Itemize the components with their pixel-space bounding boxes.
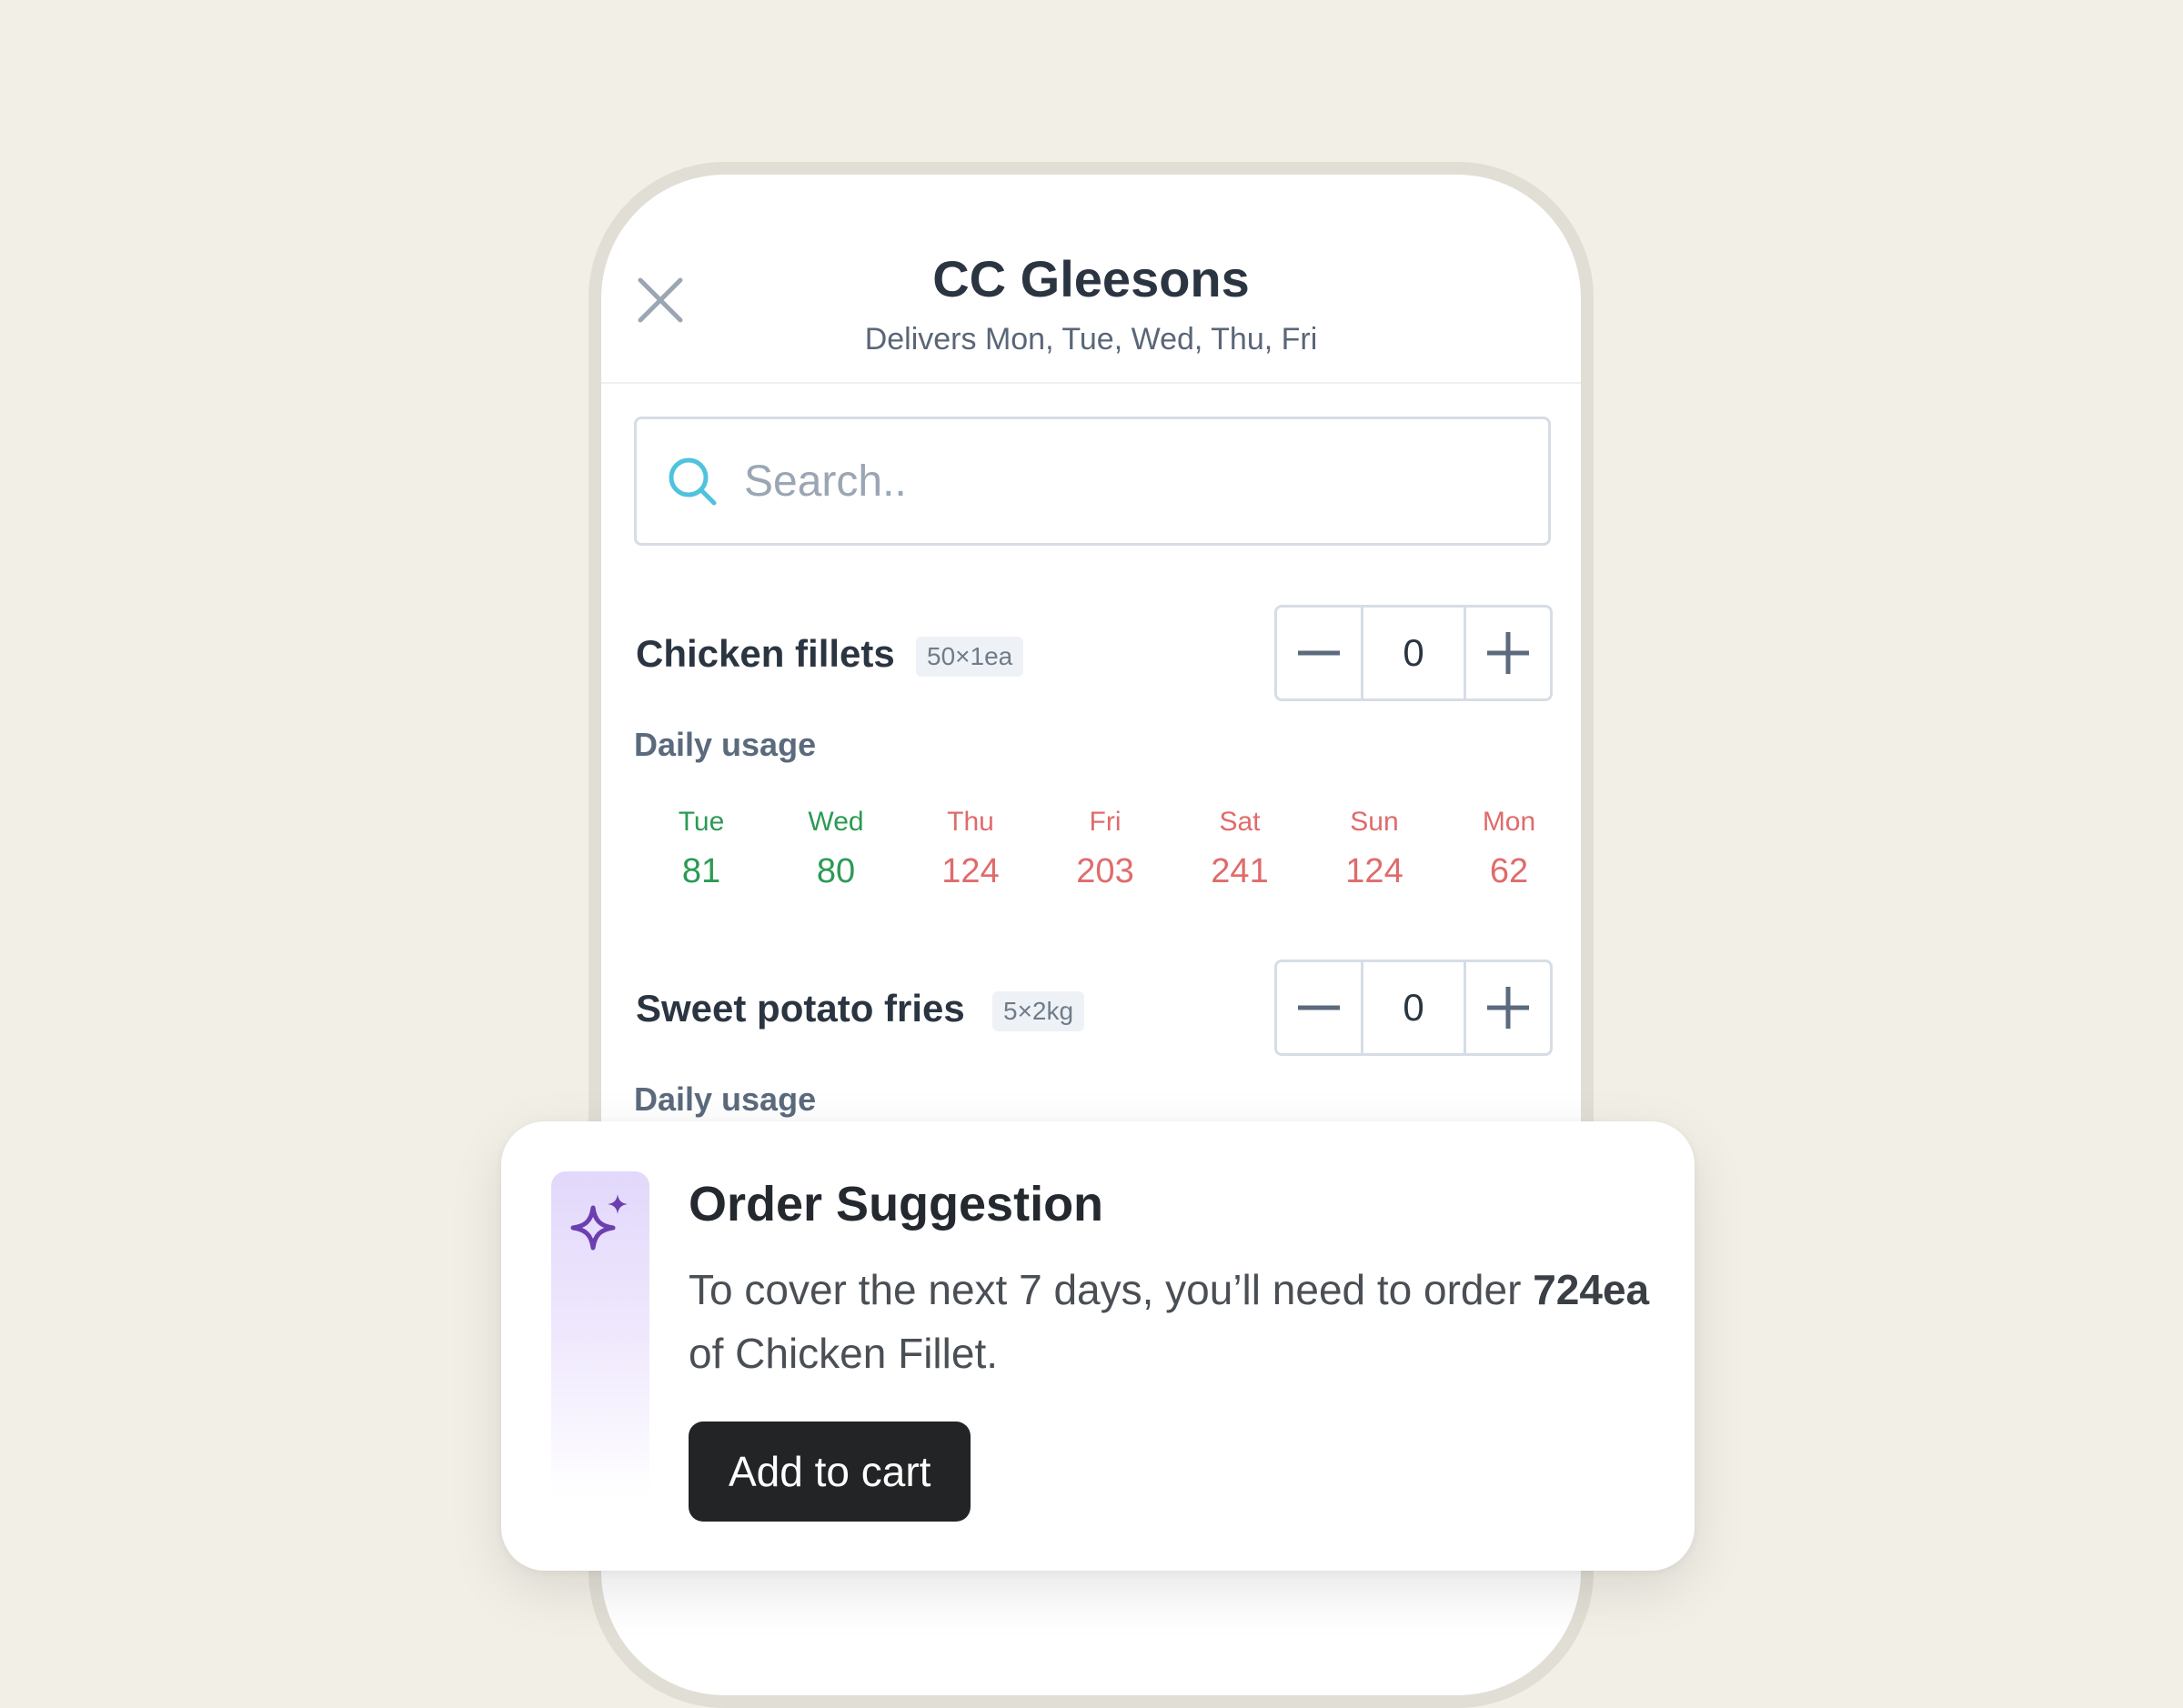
sparkle-icon <box>570 1194 628 1251</box>
suggestion-text-prefix: To cover the next 7 days, you’ll need to… <box>689 1266 1534 1313</box>
usage-day-label: Tue <box>678 807 725 837</box>
quantity-stepper: 0 <box>1274 959 1553 1056</box>
suggestion-text-suffix: of Chicken Fillet. <box>689 1330 999 1377</box>
plus-icon <box>1487 632 1529 674</box>
usage-day-thu: Thu 124 <box>903 807 1038 891</box>
usage-day-value: 80 <box>816 852 856 890</box>
usage-day-value: 62 <box>1489 852 1529 890</box>
product-name: Chicken fillets <box>636 632 895 675</box>
page-title: CC Gleesons <box>932 250 1250 307</box>
usage-day-value: 124 <box>1345 852 1403 890</box>
pack-size-badge: 5×2kg <box>992 991 1085 1031</box>
suggestion-accent <box>551 1171 649 1499</box>
decrement-button[interactable] <box>1277 608 1361 698</box>
usage-day-fri: Fri 203 <box>1038 807 1172 891</box>
quantity-stepper: 0 <box>1274 605 1553 701</box>
order-suggestion-card: Order Suggestion To cover the next 7 day… <box>501 1121 1695 1571</box>
product-sweet-potato-fries: Sweet potato fries 5×2kg 0 Daily usage <box>634 959 1553 1118</box>
minus-icon <box>1298 650 1340 656</box>
search-icon <box>669 457 717 506</box>
delivery-days: Delivers Mon, Tue, Wed, Thu, Fri <box>864 322 1318 357</box>
usage-day-value: 124 <box>941 852 1000 890</box>
increment-button[interactable] <box>1466 608 1550 698</box>
usage-day-label: Fri <box>1089 807 1122 837</box>
usage-day-value: 81 <box>681 852 721 890</box>
product-row: Chicken fillets 50×1ea 0 <box>634 605 1553 703</box>
daily-usage-grid: Tue 81 Wed 80 Thu 124 Fri 203 Sat 241 Su… <box>634 807 1544 898</box>
suggestion-amount: 724ea <box>1533 1266 1650 1313</box>
search-input[interactable] <box>742 455 1474 507</box>
usage-day-sat: Sat 241 <box>1172 807 1307 891</box>
quantity-value[interactable]: 0 <box>1361 608 1466 698</box>
header: CC Gleesons Delivers Mon, Tue, Wed, Thu,… <box>601 175 1581 384</box>
usage-day-value: 241 <box>1211 852 1269 890</box>
pack-size-badge: 50×1ea <box>916 637 1024 677</box>
increment-button[interactable] <box>1466 962 1550 1053</box>
daily-usage-label: Daily usage <box>634 726 817 763</box>
usage-day-tue: Tue 81 <box>634 807 769 891</box>
suggestion-text: To cover the next 7 days, you’ll need to… <box>689 1258 1653 1385</box>
usage-day-mon: Mon 62 <box>1442 807 1576 891</box>
suggestion-title: Order Suggestion <box>689 1177 1104 1231</box>
product-row: Sweet potato fries 5×2kg 0 <box>634 959 1553 1058</box>
product-name: Sweet potato fries <box>636 987 965 1030</box>
daily-usage-label: Daily usage <box>634 1080 817 1118</box>
quantity-value[interactable]: 0 <box>1361 962 1466 1053</box>
usage-day-label: Sat <box>1219 807 1261 837</box>
minus-icon <box>1298 1005 1340 1010</box>
plus-icon <box>1487 987 1529 1029</box>
usage-day-label: Wed <box>808 807 864 837</box>
usage-day-value: 203 <box>1076 852 1134 890</box>
usage-day-label: Sun <box>1350 807 1399 837</box>
search-field[interactable] <box>634 417 1551 546</box>
usage-day-label: Thu <box>947 807 994 837</box>
decrement-button[interactable] <box>1277 962 1361 1053</box>
add-to-cart-button[interactable]: Add to cart <box>689 1422 971 1522</box>
usage-day-wed: Wed 80 <box>769 807 903 891</box>
usage-day-sun: Sun 124 <box>1307 807 1442 891</box>
usage-day-label: Mon <box>1482 807 1536 837</box>
product-chicken-fillets: Chicken fillets 50×1ea 0 Daily usage Tue… <box>634 605 1553 890</box>
